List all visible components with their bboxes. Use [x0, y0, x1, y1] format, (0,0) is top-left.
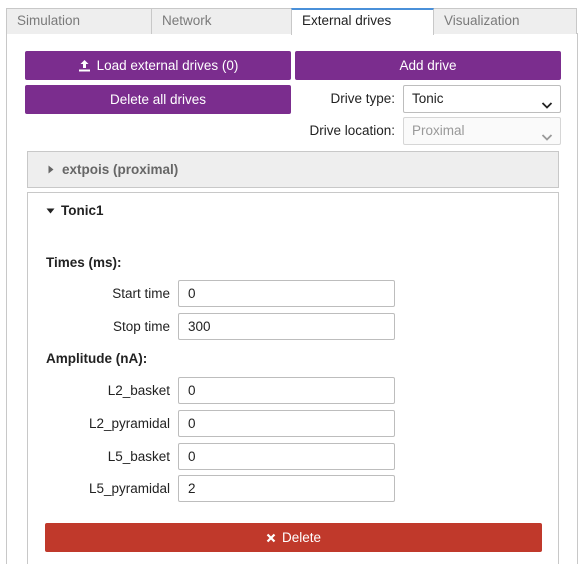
close-icon [266, 533, 276, 543]
l5-pyramidal-input[interactable]: 2 [178, 475, 395, 502]
upload-icon [78, 59, 91, 72]
drive-accordion-header[interactable]: Tonic1 [46, 203, 104, 218]
l2-basket-label: L2_basket [107, 383, 170, 398]
chevron-down-icon [541, 94, 553, 109]
stop-time-input[interactable]: 300 [178, 313, 395, 340]
l5-pyramidal-label: L5_pyramidal [88, 481, 170, 496]
amplitude-section-title: Amplitude (nA): [46, 351, 148, 366]
add-drive-button[interactable]: Add drive [295, 51, 561, 80]
drive-accordion-tonic1: Tonic1 Times (ms): Start time 0 Stop tim… [27, 192, 559, 564]
drive-title: Tonic1 [61, 203, 104, 218]
l5-basket-input[interactable]: 0 [178, 443, 395, 470]
delete-drive-button[interactable]: Delete [45, 523, 542, 552]
caret-right-icon [48, 165, 54, 174]
delete-all-label: Delete all drives [109, 92, 207, 107]
tab-bar: Simulation Network External drives Visua… [6, 8, 578, 35]
delete-all-drives-button[interactable]: Delete all drives [25, 85, 291, 114]
add-drive-label: Add drive [399, 58, 457, 73]
tab-simulation[interactable]: Simulation [6, 8, 152, 34]
l2-basket-input[interactable]: 0 [178, 377, 395, 404]
times-section-title: Times (ms): [46, 255, 122, 270]
external-drives-panel: Load external drives (0) Add drive Delet… [6, 34, 578, 564]
drive-location-label: Drive location: [309, 123, 395, 138]
l5-basket-label: L5_basket [107, 449, 170, 464]
caret-down-icon [46, 208, 55, 214]
tab-visualization[interactable]: Visualization [433, 8, 577, 34]
l2-pyramidal-input[interactable]: 0 [178, 410, 395, 437]
drive-type-value: Tonic [412, 91, 444, 106]
stop-time-label: Stop time [112, 319, 170, 334]
drive-type-label: Drive type: [330, 91, 395, 106]
drive-location-select: Proximal [403, 117, 561, 145]
start-time-label: Start time [112, 286, 170, 301]
tab-network[interactable]: Network [151, 8, 292, 34]
drive-location-value: Proximal [412, 123, 465, 138]
tab-external-drives[interactable]: External drives [291, 8, 434, 35]
drive-accordion-extpois[interactable]: extpois (proximal) [27, 151, 559, 188]
drive-title: extpois (proximal) [62, 162, 179, 177]
chevron-down-icon [541, 126, 553, 141]
start-time-input[interactable]: 0 [178, 280, 395, 307]
load-drives-label: Load external drives (0) [96, 58, 239, 73]
load-drives-button[interactable]: Load external drives (0) [25, 51, 291, 80]
delete-label: Delete [281, 530, 322, 545]
l2-pyramidal-label: L2_pyramidal [88, 416, 170, 431]
drive-type-select[interactable]: Tonic [403, 85, 561, 113]
